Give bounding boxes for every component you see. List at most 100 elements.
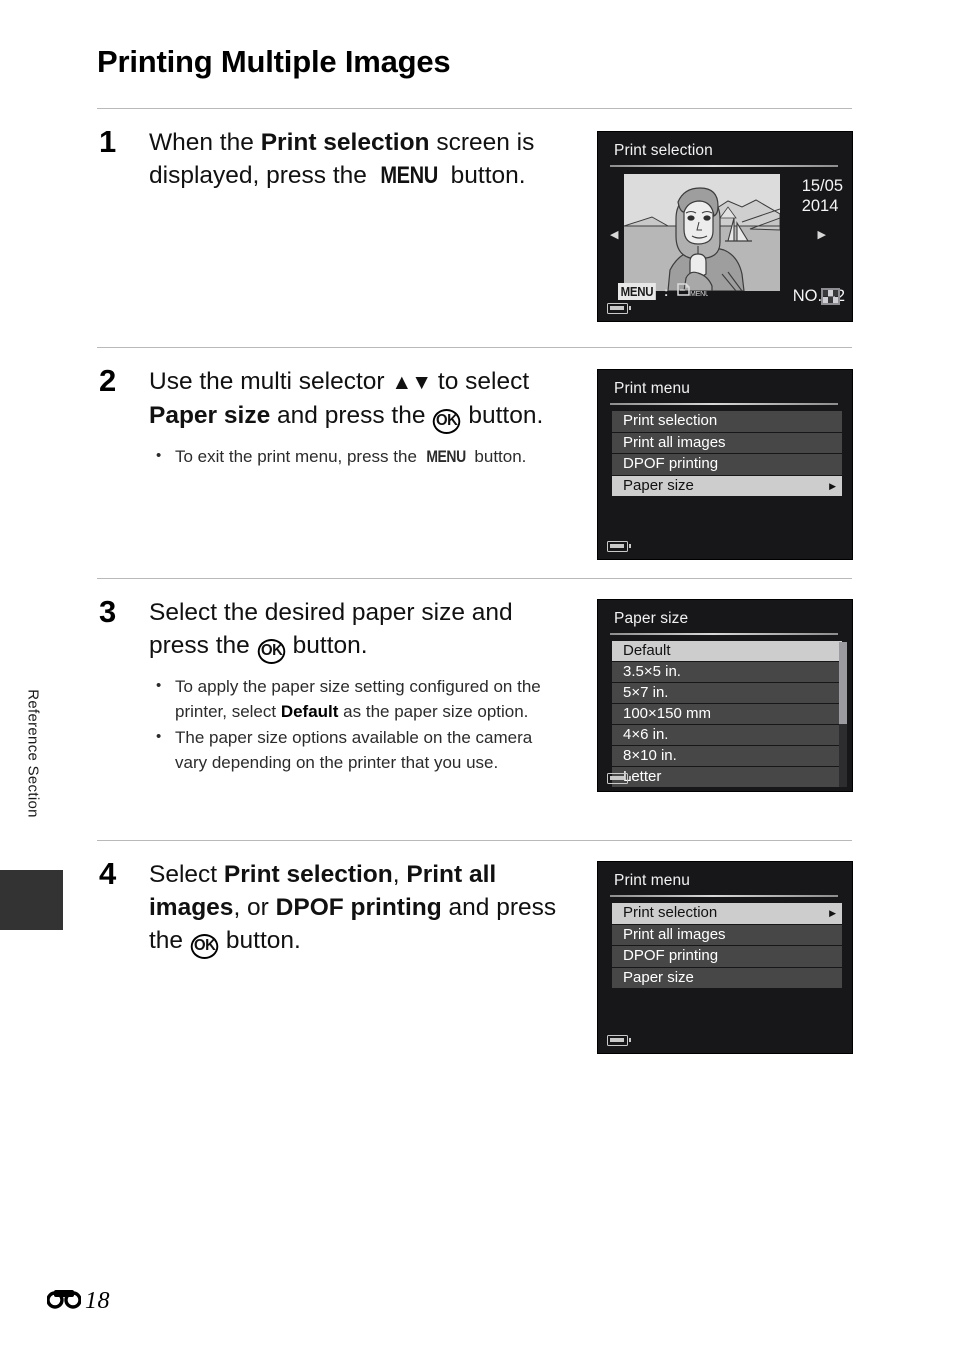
- menu-item-dpof-printing[interactable]: DPOF printing: [612, 454, 842, 475]
- paper-size-item-100x150mm[interactable]: 100×150 mm: [612, 704, 842, 724]
- image-date: 15/05 2014: [802, 176, 843, 216]
- divider-top: [97, 108, 852, 109]
- badge-colon: :: [664, 284, 669, 299]
- menu-item-paper-size[interactable]: Paper size ▶: [612, 475, 842, 496]
- step-body-2: Use the multi selector ▲▼ to select Pape…: [149, 365, 567, 470]
- paper-size-item-4x6in[interactable]: 4×6 in.: [612, 725, 842, 745]
- step4-text-post: button.: [219, 927, 301, 954]
- menu-item-label: 100×150 mm: [623, 705, 711, 722]
- menu-button-badge: MENU: [618, 283, 656, 300]
- menu-item-label: 4×6 in.: [623, 726, 669, 743]
- paper-size-item-8x10in[interactable]: 8×10 in.: [612, 746, 842, 766]
- step-1-instruction: When the Print selection screen is displ…: [149, 126, 567, 192]
- menu-list: Print selection ▶ Print all images DPOF p…: [612, 903, 842, 989]
- step3-bullet2-pre: The paper size options available on the …: [175, 727, 533, 772]
- screen-title-divider: [610, 633, 838, 635]
- step-body-3: Select the desired paper size and press …: [149, 596, 567, 776]
- camera-screen-print-menu-step4: Print menu Print selection ▶ Print all im…: [597, 861, 853, 1054]
- step-number-2: 2: [99, 363, 117, 398]
- divider-step1-step2: [97, 347, 852, 348]
- step3-bullet1-post: as the paper size option.: [338, 701, 529, 721]
- step1-text-pre: When the: [149, 129, 261, 156]
- divider-step2-step3: [97, 578, 852, 579]
- menu-item-label: Print all images: [623, 925, 726, 943]
- svg-text:MENU: MENU: [690, 291, 708, 298]
- photo-thumbnail: [624, 174, 780, 291]
- battery-icon: [607, 1035, 632, 1046]
- menu-item-dpof-printing[interactable]: DPOF printing: [612, 946, 842, 967]
- multi-selector-up-down-icon: ▲▼: [391, 371, 432, 394]
- menu-item-label: Default: [623, 642, 671, 659]
- menu-item-label: Print selection: [623, 904, 718, 921]
- image-number-block: NO. 32 [ 32 ]: [793, 244, 845, 321]
- menu-item-label: 3.5×5 in.: [623, 663, 681, 680]
- screen-title: Print selection: [614, 142, 713, 159]
- paper-size-list: Default 3.5×5 in. 5×7 in. 100×150 mm 4×6…: [612, 641, 842, 788]
- step4-bold-print-selection: Print selection: [223, 861, 393, 888]
- step-number-3: 3: [99, 594, 117, 629]
- step2-text-mid2: and press the: [270, 402, 433, 429]
- page-number: 18: [85, 1288, 110, 1314]
- side-section-label: Reference Section: [24, 689, 42, 818]
- screen-title: Print menu: [614, 872, 690, 889]
- step2-bullet1-post: button.: [469, 446, 527, 466]
- step4-text-pre: Select: [149, 861, 224, 888]
- printer-menu-icon: MENU: [674, 281, 710, 303]
- next-image-arrow-icon[interactable]: ▶: [818, 228, 826, 241]
- step-2-notes: To exit the print menu, press the MENU b…: [149, 443, 567, 469]
- paper-size-item-3_5x5in[interactable]: 3.5×5 in.: [612, 662, 842, 682]
- ok-button-icon: OK: [433, 408, 461, 434]
- step-3-notes: To apply the paper size setting configur…: [149, 673, 567, 775]
- step3-bullet1-bold: Default: [280, 701, 339, 721]
- chevron-right-icon: ▶: [829, 480, 836, 491]
- menu-item-print-selection[interactable]: Print selection: [612, 411, 842, 432]
- battery-icon: [607, 303, 632, 314]
- camera-screen-print-selection: Print selection ◀ ▶ 15/05 2014 NO. 32 ME…: [597, 131, 853, 322]
- step-3-instruction: Select the desired paper size and press …: [149, 596, 567, 664]
- thumbnail-grid-icon[interactable]: [821, 288, 840, 305]
- paper-size-item-default[interactable]: Default: [612, 641, 842, 661]
- image-date-day: 15/05: [801, 177, 843, 195]
- step2-text-mid: to select: [431, 368, 530, 395]
- camera-screen-paper-size: Paper size Default 3.5×5 in. 5×7 in. 100…: [597, 599, 853, 792]
- step1-bold-print-selection: Print selection: [260, 129, 430, 156]
- menu-item-label: DPOF printing: [623, 947, 719, 964]
- paper-size-item-5x7in[interactable]: 5×7 in.: [612, 683, 842, 703]
- step2-text-pre: Use the multi selector: [149, 368, 392, 395]
- menu-item-print-all-images[interactable]: Print all images: [612, 432, 842, 453]
- step-4-instruction: Select Print selection, Print all images…: [149, 858, 567, 959]
- reference-section-icon: [46, 1288, 82, 1315]
- chevron-right-icon: ▶: [829, 908, 836, 918]
- list-item: To exit the print menu, press the MENU b…: [149, 443, 567, 469]
- menu-button-icon: MENU: [425, 446, 466, 466]
- divider-step3-step4: [97, 840, 852, 841]
- page-title: Printing Multiple Images: [97, 44, 451, 79]
- battery-icon: [607, 541, 632, 552]
- menu-item-label: Paper size: [623, 476, 694, 494]
- step-2-instruction: Use the multi selector ▲▼ to select Pape…: [149, 365, 567, 434]
- step2-text-post: button.: [461, 402, 544, 429]
- step3-text-post: button.: [285, 632, 368, 659]
- side-section-tab: [0, 870, 63, 930]
- list-item: The paper size options available on the …: [149, 724, 567, 775]
- paper-size-item-letter[interactable]: Letter: [612, 767, 842, 787]
- menu-item-paper-size[interactable]: Paper size: [612, 967, 842, 988]
- menu-item-label: Print selection: [623, 412, 718, 429]
- step-body-4: Select Print selection, Print all images…: [149, 858, 567, 959]
- list-item: To apply the paper size setting configur…: [149, 673, 567, 724]
- step2-bullet1-pre: To exit the print menu, press the: [175, 446, 422, 466]
- menu-item-label: DPOF printing: [623, 455, 719, 472]
- menu-item-label: Print all images: [623, 433, 726, 451]
- vertical-scrollbar[interactable]: [839, 642, 847, 787]
- menu-item-print-selection[interactable]: Print selection ▶: [612, 903, 842, 924]
- menu-item-label: 5×7 in.: [623, 684, 669, 701]
- screen-title-divider: [610, 165, 838, 167]
- prev-image-arrow-icon[interactable]: ◀: [610, 228, 618, 241]
- page-footer: 18: [46, 1288, 110, 1315]
- step2-bold-paper-size: Paper size: [149, 402, 271, 429]
- step1-text-post: button.: [443, 162, 526, 189]
- step-number-4: 4: [99, 856, 117, 891]
- menu-item-print-all-images[interactable]: Print all images: [612, 924, 842, 945]
- scrollbar-thumb[interactable]: [839, 642, 847, 724]
- screen-title-divider: [610, 895, 838, 897]
